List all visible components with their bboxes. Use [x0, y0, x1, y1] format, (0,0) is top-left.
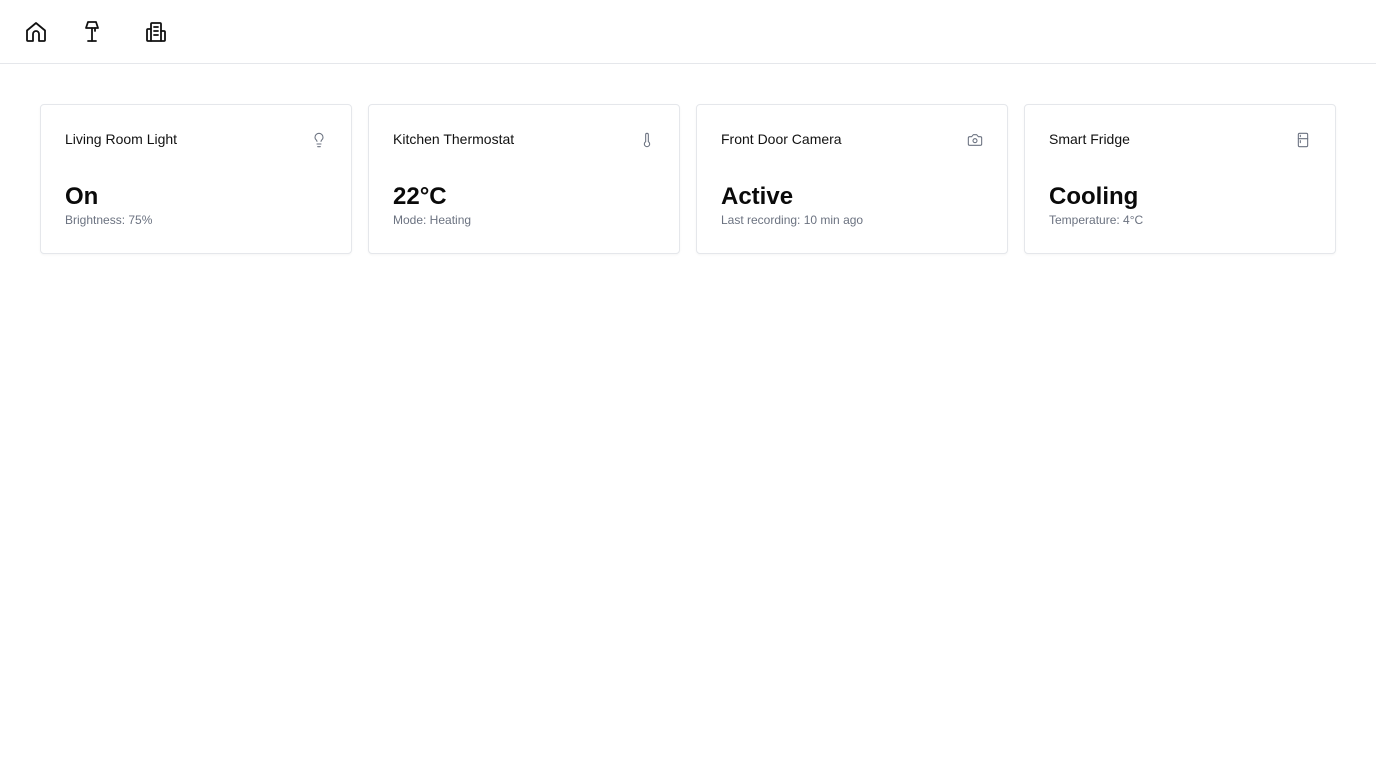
device-card-front-door-camera[interactable]: Front Door Camera Active Last recording:…	[696, 104, 1008, 254]
device-detail: Brightness: 75%	[65, 213, 153, 227]
device-title: Smart Fridge	[1049, 131, 1130, 147]
top-nav-bar	[0, 0, 1376, 64]
lamp-nav-button[interactable]	[76, 16, 108, 48]
device-card-kitchen-thermostat[interactable]: Kitchen Thermostat 22°C Mode: Heating	[368, 104, 680, 254]
device-card-smart-fridge[interactable]: Smart Fridge Cooling Temperature: 4°C	[1024, 104, 1336, 254]
device-detail: Temperature: 4°C	[1049, 213, 1144, 227]
device-detail: Last recording: 10 min ago	[721, 213, 864, 227]
device-title: Kitchen Thermostat	[393, 131, 515, 147]
home-icon	[26, 22, 46, 42]
device-card-living-room-light[interactable]: Living Room Light On Brightness: 75%	[40, 104, 352, 254]
lightbulb-icon	[311, 132, 327, 148]
device-title: Living Room Light	[65, 131, 178, 147]
thermometer-icon	[639, 132, 655, 148]
building-nav-button[interactable]	[140, 16, 172, 48]
device-cards-grid: Living Room Light On Brightness: 75% Kit…	[40, 104, 1336, 254]
building-icon	[146, 22, 166, 42]
fridge-icon	[1295, 132, 1311, 148]
device-title: Front Door Camera	[721, 131, 842, 147]
camera-icon	[967, 132, 983, 148]
device-status-value: Active	[721, 183, 794, 210]
device-status-value: On	[65, 183, 99, 210]
home-nav-button[interactable]	[20, 16, 52, 48]
lamp-icon	[85, 21, 99, 42]
device-status-value: 22°C	[393, 183, 447, 210]
device-status-value: Cooling	[1049, 183, 1139, 210]
device-detail: Mode: Heating	[393, 213, 472, 227]
